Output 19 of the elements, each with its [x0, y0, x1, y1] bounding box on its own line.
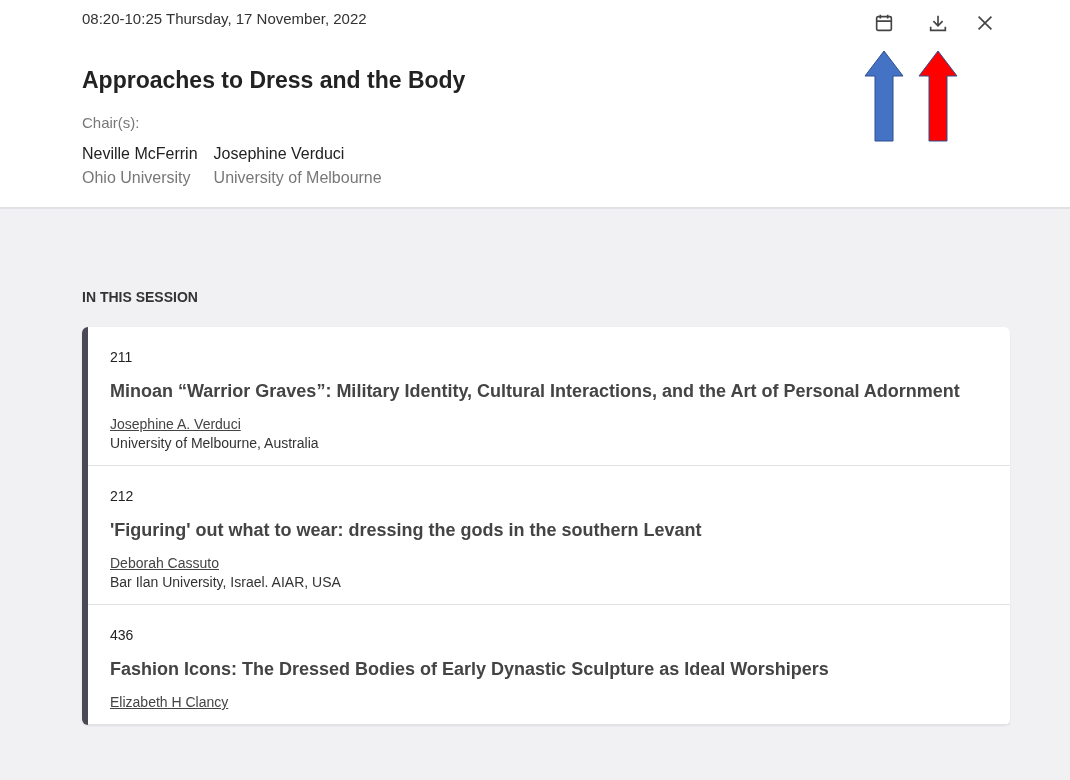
- session-time: 08:20-10:25 Thursday, 17 November, 2022: [82, 10, 368, 27]
- chair-name: Josephine Verduci: [213, 145, 346, 163]
- chair-name: Neville McFerrin: [82, 145, 198, 163]
- paper-number: 212: [110, 488, 135, 504]
- paper-title: Fashion Icons: The Dressed Bodies of Early Dynastic Sculpture as Ideal Worshipers: [110, 659, 830, 680]
- paper-number: 436: [110, 627, 135, 643]
- author-link[interactable]: Josephine A. Verduci: [110, 416, 241, 432]
- author-affiliation: University of Melbourne, Australia: [110, 435, 320, 451]
- chair-affiliation: University of Melbourne: [213, 169, 382, 187]
- paper-title: 'Figuring' out what to wear: dressing the gods in the southern Levant: [110, 520, 703, 541]
- section-heading: IN THIS SESSION: [82, 289, 199, 305]
- chairs-label: Chair(s):: [82, 114, 141, 131]
- chair-affiliation: Ohio University: [82, 169, 192, 187]
- author-affiliation: Bar Ilan University, Israel. AIAR, USA: [110, 574, 342, 590]
- author-link[interactable]: Deborah Cassuto: [110, 555, 219, 571]
- author-link[interactable]: Elizabeth H Clancy: [110, 694, 229, 710]
- session-title: Approaches to Dress and the Body: [82, 67, 466, 94]
- paper-title: Minoan “Warrior Graves”: Military Identity, Cultural Interactions, and the Art of Personal Adornment: [110, 381, 961, 402]
- paper-number: 211: [110, 349, 134, 365]
